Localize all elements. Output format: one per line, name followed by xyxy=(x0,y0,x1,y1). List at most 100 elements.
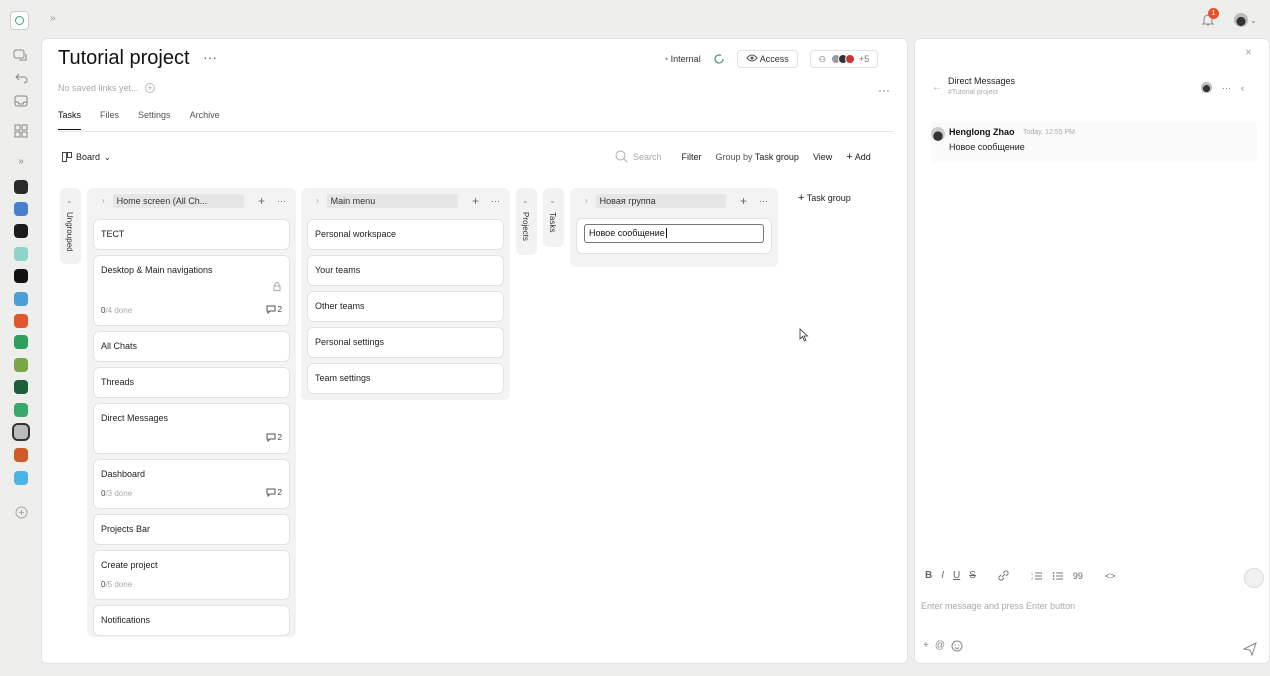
project-options-button[interactable]: ··· xyxy=(878,83,890,97)
chevron-right-icon[interactable]: › xyxy=(316,196,319,205)
task-card[interactable]: Dashboard 0/3 done 2 xyxy=(93,459,290,509)
add-link-icon[interactable]: + xyxy=(145,83,156,93)
task-card[interactable]: All Chats xyxy=(93,331,290,362)
workspace-icon[interactable] xyxy=(12,469,30,487)
tab-files[interactable]: Files xyxy=(100,110,119,130)
task-card[interactable]: Threads xyxy=(93,367,290,398)
column-title[interactable]: Новая группа xyxy=(595,193,726,208)
task-card[interactable]: Create project 0/5 done xyxy=(93,550,290,600)
add-task-button[interactable]: + xyxy=(258,194,265,208)
add-task-button[interactable]: + xyxy=(740,194,747,208)
numbered-list-icon[interactable]: 12 xyxy=(1031,571,1043,581)
workspace-icon[interactable] xyxy=(12,378,30,396)
code-button[interactable]: <> xyxy=(1105,571,1116,581)
column-projects[interactable]: ⌄ Projects xyxy=(516,188,537,255)
workspace-icon[interactable] xyxy=(12,401,30,419)
svg-text:1: 1 xyxy=(1031,572,1033,576)
message-author[interactable]: Henglong Zhao xyxy=(949,127,1015,137)
add-workspace-button[interactable] xyxy=(12,503,30,521)
link-icon[interactable] xyxy=(998,570,1009,581)
workspace-icon[interactable] xyxy=(12,178,30,196)
filter-button[interactable]: Filter xyxy=(682,152,702,162)
task-card[interactable]: Projects Bar xyxy=(93,514,290,545)
chevron-right-icon[interactable]: › xyxy=(585,196,588,205)
close-icon[interactable]: × xyxy=(1245,45,1252,59)
team-icon: ⚇ xyxy=(818,54,826,64)
access-button[interactable]: Access xyxy=(736,50,798,68)
board-view-button[interactable]: Board ⌄ xyxy=(62,152,111,162)
workspace-icon[interactable] xyxy=(12,267,30,285)
chat-subtitle[interactable]: #Tutorial project xyxy=(948,89,998,96)
expand-sidebar-icon[interactable]: » xyxy=(50,13,56,24)
view-button[interactable]: View xyxy=(813,152,832,162)
workspace-icon[interactable] xyxy=(12,245,30,263)
underline-button[interactable]: U xyxy=(953,570,960,581)
italic-button[interactable]: I xyxy=(941,570,944,581)
app-logo-button[interactable] xyxy=(10,11,29,30)
project-more-button[interactable]: ··· xyxy=(203,49,217,65)
task-card[interactable]: Other teams xyxy=(307,291,504,322)
refresh-icon[interactable] xyxy=(713,53,725,65)
task-card[interactable]: Direct Messages 2 xyxy=(93,403,290,454)
column-title[interactable]: Main menu xyxy=(326,193,458,208)
send-icon[interactable] xyxy=(1240,639,1260,659)
column-more-button[interactable]: ··· xyxy=(277,196,286,206)
tab-settings[interactable]: Settings xyxy=(138,110,171,130)
task-card[interactable]: Team settings xyxy=(307,363,504,394)
column-more-button[interactable]: ··· xyxy=(759,196,768,206)
chat-icon[interactable] xyxy=(12,47,30,65)
tab-tasks[interactable]: Tasks xyxy=(58,110,82,130)
search-input[interactable]: Search xyxy=(633,152,662,162)
mention-icon[interactable]: @ xyxy=(935,640,945,652)
visibility-status[interactable]: • Internal xyxy=(665,54,701,64)
search-field[interactable]: Search xyxy=(615,150,662,163)
column-ungrouped[interactable]: ⌄ Ungrouped xyxy=(60,188,81,264)
column-tasks[interactable]: ⌄ Tasks xyxy=(543,188,564,247)
task-title-input[interactable]: Новое сообщение xyxy=(584,224,764,243)
workspace-icon[interactable] xyxy=(12,290,30,308)
group-by-button[interactable]: Group by Task group xyxy=(716,152,799,162)
task-card[interactable]: Your teams xyxy=(307,255,504,286)
task-title: Notifications xyxy=(101,615,151,625)
workspace-icon[interactable] xyxy=(12,423,30,441)
task-card[interactable]: Personal settings xyxy=(307,327,504,358)
chat-more-button[interactable]: ··· xyxy=(1222,83,1231,93)
notifications-button[interactable]: 1 xyxy=(1200,8,1219,28)
members-button[interactable]: ⚇ +5 xyxy=(809,50,879,68)
workspace-icon[interactable] xyxy=(12,333,30,351)
message-input[interactable]: Enter message and press Enter button xyxy=(921,601,1261,611)
workspace-icon[interactable] xyxy=(12,222,30,240)
workspace-icon[interactable] xyxy=(12,356,30,374)
task-card[interactable]: Desktop & Main navigations 0/4 done 2 xyxy=(93,255,290,326)
add-button[interactable]: + Add xyxy=(846,151,870,163)
undo-icon[interactable] xyxy=(12,69,30,87)
workspace-icon[interactable] xyxy=(12,200,30,218)
attach-plus-icon[interactable]: + xyxy=(923,640,929,652)
bullet-list-icon[interactable] xyxy=(1052,571,1064,581)
avatar[interactable] xyxy=(1201,82,1212,93)
assistant-avatar[interactable] xyxy=(1244,568,1264,588)
workspace-logo-icon xyxy=(14,247,28,261)
back-arrow-icon[interactable]: ← xyxy=(932,82,942,93)
strikethrough-button[interactable]: S xyxy=(969,570,976,581)
saved-links[interactable]: No saved links yet... + xyxy=(58,83,156,93)
tab-archive[interactable]: Archive xyxy=(190,110,220,130)
user-menu[interactable]: ⌄ xyxy=(1234,12,1262,28)
collapse-icon[interactable]: » xyxy=(12,152,30,170)
add-task-group-button[interactable]: + Task group xyxy=(798,192,851,204)
quote-button[interactable]: 99 xyxy=(1073,571,1083,581)
workspace-icon[interactable] xyxy=(12,312,30,330)
bold-button[interactable]: B xyxy=(925,570,932,581)
task-card[interactable]: ТЕСТ xyxy=(93,219,290,250)
add-task-button[interactable]: + xyxy=(472,194,479,208)
task-card[interactable]: Personal workspace xyxy=(307,219,504,250)
inbox-icon[interactable] xyxy=(12,92,30,110)
workspace-icon[interactable] xyxy=(12,446,30,464)
chevron-left-icon[interactable]: ‹ xyxy=(1241,83,1244,93)
apps-icon[interactable] xyxy=(12,122,30,140)
chevron-right-icon[interactable]: › xyxy=(102,196,105,205)
column-title[interactable]: Home screen (All Ch... xyxy=(112,193,244,208)
task-card[interactable]: Notifications xyxy=(93,605,290,636)
emoji-icon[interactable] xyxy=(951,640,963,652)
column-more-button[interactable]: ··· xyxy=(491,196,500,206)
